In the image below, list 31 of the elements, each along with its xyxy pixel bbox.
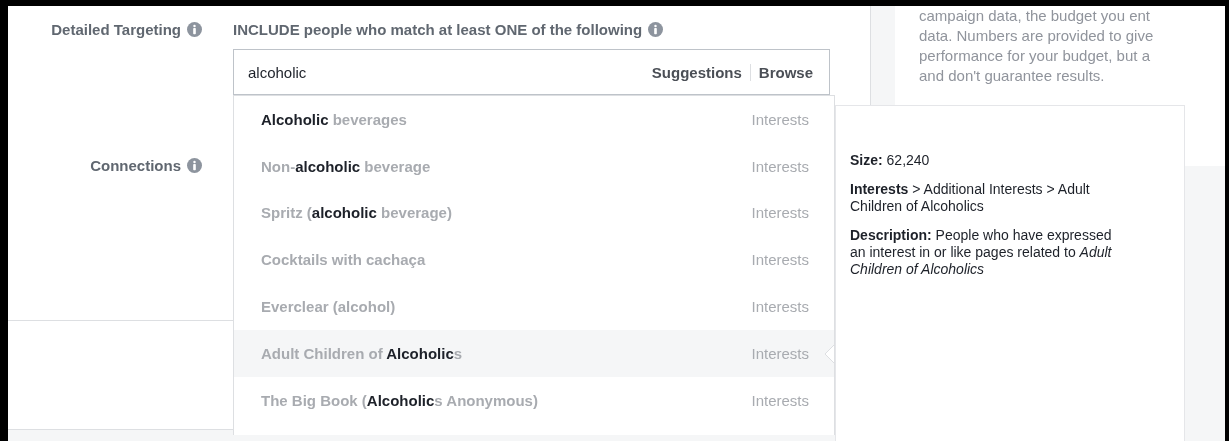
info-icon[interactable] — [187, 158, 202, 173]
info-icon[interactable] — [648, 22, 664, 37]
suggestion-name: Alcoholic beverages — [261, 110, 407, 128]
search-field[interactable]: alcoholic Suggestions Browse — [233, 49, 830, 95]
estimate-note: campaign data, the budget you ent — [919, 6, 1151, 26]
suggestion-name: Non-alcoholic beverage — [261, 157, 431, 175]
include-heading: INCLUDE people who match at least ONE of the following — [233, 21, 643, 38]
estimate-note: and don't guarantee results. — [919, 66, 1106, 86]
suggestion-category: Interests — [751, 251, 809, 269]
info-icon[interactable] — [187, 22, 202, 37]
section-label: Connections — [90, 157, 181, 174]
audience-size: Size: 62,240 — [850, 152, 931, 169]
suggestion-name: Everclear (alcohol) — [261, 298, 396, 316]
suggestion-name: Cocktails with cachaça — [261, 251, 426, 269]
suggestion-name: Spritz (alcoholic beverage) — [261, 204, 452, 222]
interest-path: Interests > Additional Interests > Adult Children of Alcoholics — [850, 181, 1091, 215]
suggestion-category: Interests — [751, 110, 809, 128]
suggestion-name: The Big Book (Alcoholics Anonymous) — [261, 391, 538, 409]
suggestion-category: Interests — [751, 391, 809, 409]
suggestion-category: Interests — [751, 157, 809, 175]
suggestion-category: Interests — [751, 204, 809, 222]
search-mode-button[interactable]: Suggestions — [643, 63, 750, 81]
search-mode-button[interactable]: Browse — [749, 63, 821, 81]
suggestion-category: Interests — [751, 298, 809, 316]
suggestion-item[interactable]: Adult Children of Alcoholics Interests — [234, 330, 834, 377]
estimate-note: performance for your budget, but a — [919, 46, 1151, 66]
interest-description: Description: People who have expressed an interest in or like pages related to Adult Children of Alcoholics — [850, 227, 1113, 278]
estimate-note: data. Numbers are provided to give — [919, 26, 1155, 46]
suggestion-name: Adult Children of Alcoholics — [261, 344, 463, 362]
suggestion-category: Interests — [751, 344, 809, 362]
section-label: Detailed Targeting — [51, 21, 181, 38]
